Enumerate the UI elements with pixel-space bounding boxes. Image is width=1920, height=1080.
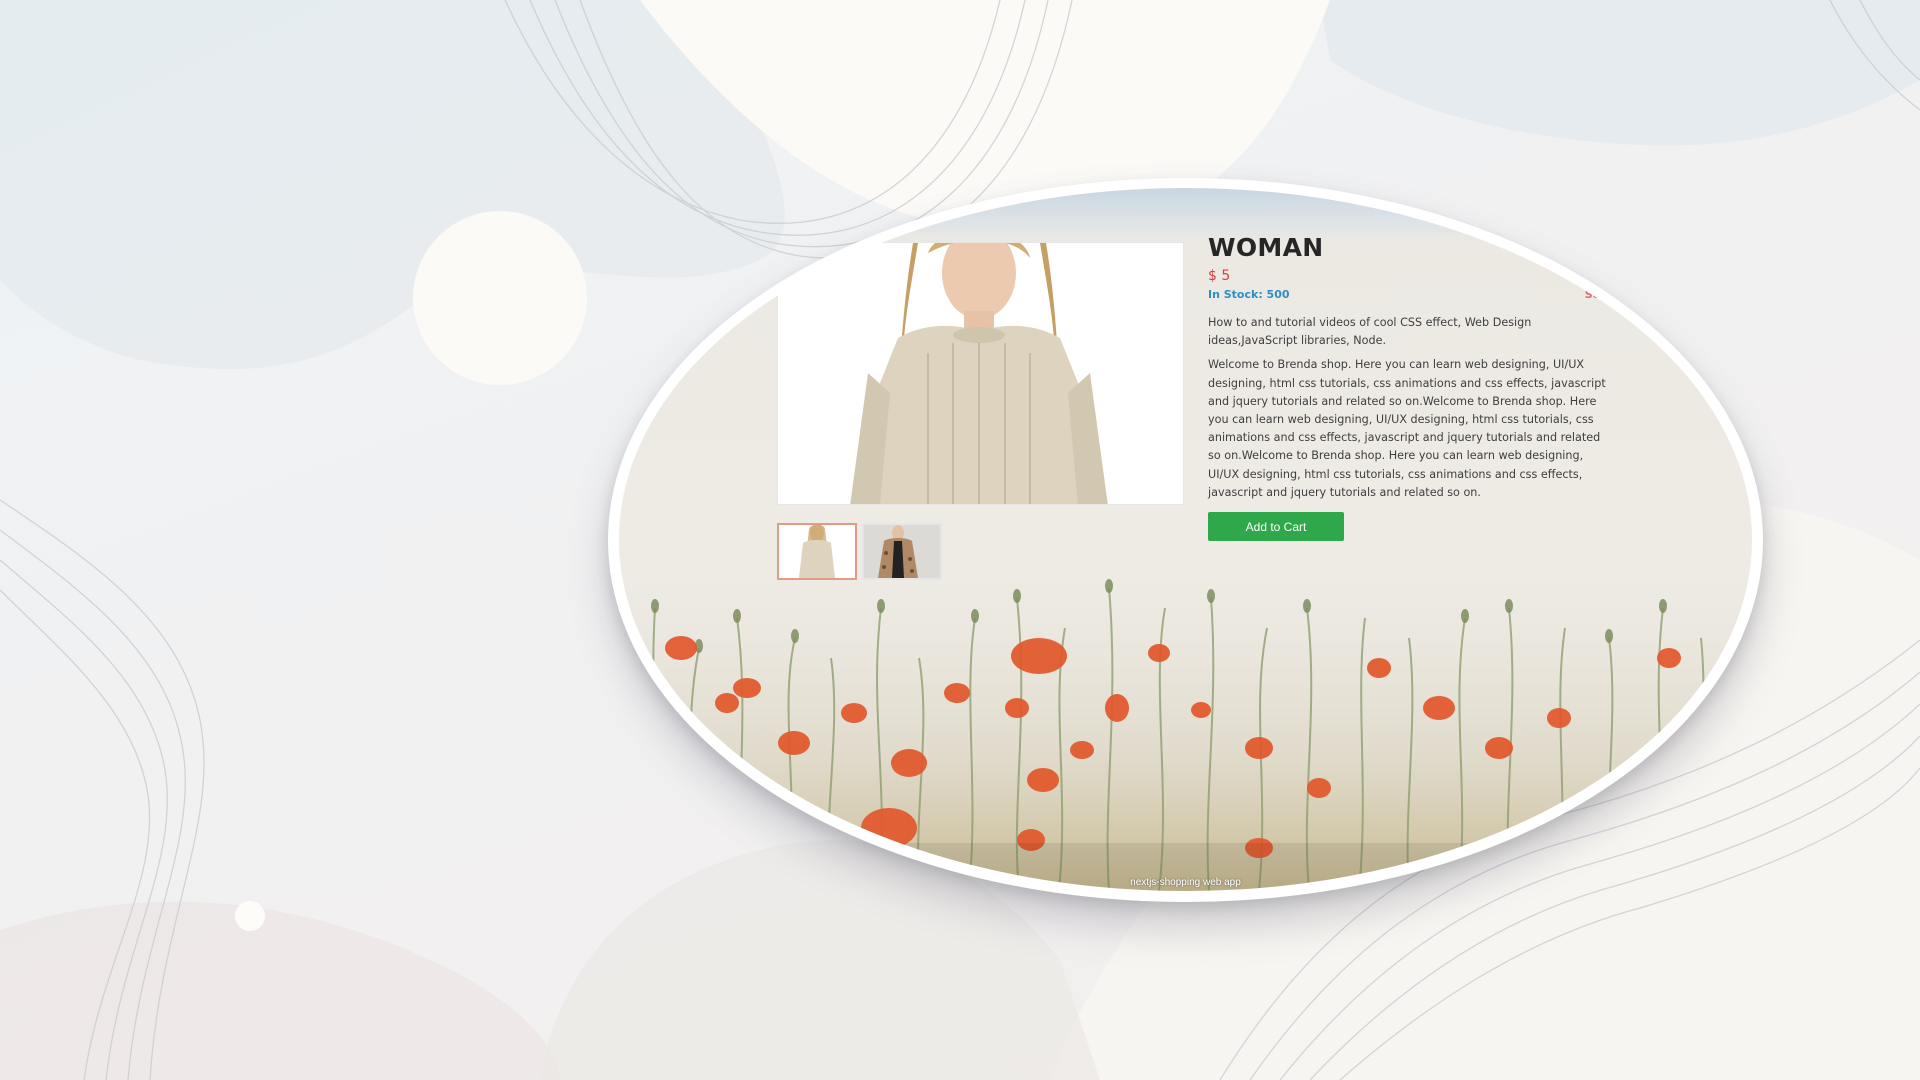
product-price: $ 5 (1208, 268, 1231, 284)
thumbnail-sweater[interactable] (777, 523, 857, 580)
product-description-short: How to and tutorial videos of cool CSS e… (1208, 316, 1532, 348)
footer-app-name: nextjs-shopping web app (1130, 877, 1241, 888)
product-title: WOMAN (1208, 233, 1324, 262)
thumbnail-sweater-image (779, 525, 855, 578)
woman-sweater-photo (778, 243, 1183, 504)
thumbnail-coat-image (864, 525, 940, 578)
product-showcase: WOMAN $ 5 In Stock: 500 Sold. How to and… (619, 188, 1752, 891)
product-main-image (777, 242, 1184, 505)
thumbnail-coat[interactable] (862, 523, 942, 580)
product-description-long: Welcome to Brenda shop. Here you can lea… (1208, 358, 1606, 499)
sold-label: Sold. (1584, 288, 1616, 301)
add-to-cart-button[interactable]: Add to Cart (1208, 512, 1344, 542)
stock-row: In Stock: 500 Sold. (1208, 288, 1616, 306)
product-info: WOMAN $ 5 In Stock: 500 Sold. How to and… (1208, 233, 1616, 542)
stock-status: In Stock: 500 (1208, 288, 1290, 301)
